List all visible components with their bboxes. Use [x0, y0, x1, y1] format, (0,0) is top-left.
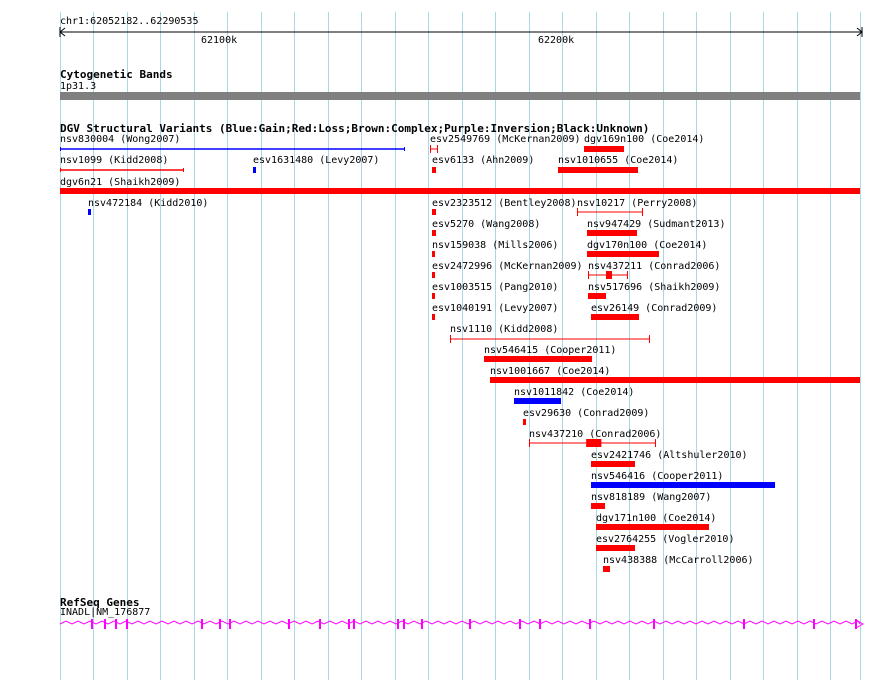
dgv-feature-bar[interactable] [591, 459, 635, 469]
dgv-feature-label[interactable]: esv1631480 (Levy2007) [253, 155, 379, 166]
exon-block [348, 619, 350, 629]
exon-block [397, 619, 399, 629]
dgv-feature-bar[interactable] [588, 291, 606, 301]
exon-block [421, 619, 423, 629]
dgv-feature-bar[interactable] [577, 207, 643, 217]
dgv-feature-bar[interactable] [603, 564, 610, 574]
exon-block [201, 619, 203, 629]
dgv-feature-bar[interactable] [432, 249, 435, 259]
dgv-feature-bar[interactable] [253, 165, 256, 175]
dgv-feature-bar[interactable] [450, 334, 650, 344]
ruler-tick-label: 62200k [538, 35, 575, 46]
dgv-feature-label[interactable]: nsv438388 (McCarroll2006) [603, 555, 754, 566]
dgv-feature-bar[interactable] [558, 165, 638, 175]
exon-block [353, 619, 355, 629]
exon-block [743, 619, 745, 629]
dgv-feature-bar[interactable] [596, 543, 635, 553]
dgv-feature-label[interactable]: nsv1099 (Kidd2008) [60, 155, 168, 166]
dgv-feature-bar[interactable] [523, 417, 526, 427]
dgv-feature-bar[interactable] [591, 501, 605, 511]
exon-block [91, 619, 93, 629]
dgv-feature-bar[interactable] [596, 522, 709, 532]
dgv-feature-label[interactable]: nsv517696 (Shaikh2009) [588, 282, 720, 293]
dgv-feature-bar[interactable] [432, 207, 436, 217]
dgv-feature-bar[interactable] [88, 207, 91, 217]
dgv-feature-label[interactable]: esv2549769 (McKernan2009) [430, 134, 581, 145]
dgv-feature-bar[interactable] [60, 146, 405, 152]
dgv-feature-bar[interactable] [432, 165, 436, 175]
dgv-feature-label[interactable]: nsv830004 (Wong2007) [60, 134, 180, 145]
exon-block [539, 619, 541, 629]
genome-browser-view: chr1:62052182..62290535 62100k 62200k Cy… [0, 0, 890, 680]
exon-block [653, 619, 655, 629]
dgv-feature-label[interactable]: esv2472996 (McKernan2009) [432, 261, 583, 272]
dgv-feature-bar[interactable] [60, 186, 860, 196]
exon-block [589, 619, 591, 629]
cytoband-bar[interactable] [60, 92, 860, 100]
exon-block [219, 619, 221, 629]
exon-block [519, 619, 521, 629]
dgv-feature-label[interactable]: esv1003515 (Pang2010) [432, 282, 558, 293]
cytogenetic-track-title: Cytogenetic Bands [60, 68, 173, 81]
dgv-feature-bar[interactable] [591, 480, 775, 490]
dgv-feature-bar[interactable] [432, 228, 436, 238]
exon-block [469, 619, 471, 629]
dgv-feature-bar[interactable] [430, 144, 438, 154]
dgv-feature-label[interactable]: esv29630 (Conrad2009) [523, 408, 649, 419]
exon-block [126, 619, 128, 629]
dgv-feature-label[interactable]: esv2323512 (Bentley2008) [432, 198, 577, 209]
dgv-feature-bar[interactable] [587, 228, 637, 238]
dgv-feature-bar[interactable] [432, 270, 435, 280]
dgv-feature-bar[interactable] [591, 312, 639, 322]
ruler-axis [59, 27, 863, 37]
dgv-feature-bar[interactable] [432, 312, 435, 322]
exon-block [229, 619, 231, 629]
exon-block [288, 619, 290, 629]
exon-block [104, 619, 106, 629]
dgv-feature-label[interactable]: nsv472184 (Kidd2010) [88, 198, 208, 209]
dgv-feature-label[interactable]: esv1040191 (Levy2007) [432, 303, 558, 314]
dgv-feature-label[interactable]: nsv818189 (Wang2007) [591, 492, 711, 503]
gene-model[interactable] [58, 616, 868, 632]
dgv-feature-bar[interactable] [484, 354, 592, 364]
ruler-tick-label: 62100k [201, 35, 238, 46]
dgv-feature-bar[interactable] [432, 291, 435, 301]
dgv-feature-bar[interactable] [588, 270, 628, 280]
exon-block [813, 619, 815, 629]
exon-block [115, 619, 117, 629]
dgv-feature-bar[interactable] [584, 144, 624, 154]
dgv-feature-label[interactable]: nsv159038 (Mills2006) [432, 240, 558, 251]
dgv-feature-bar[interactable] [587, 249, 659, 259]
exon-block [319, 619, 321, 629]
dgv-feature-bar[interactable] [514, 396, 561, 406]
dgv-feature-label[interactable]: esv5270 (Wang2008) [432, 219, 540, 230]
exon-block [403, 619, 405, 629]
ruler-location-label: chr1:62052182..62290535 [60, 16, 199, 27]
cytoband-label: 1p31.3 [60, 81, 97, 92]
dgv-feature-bar[interactable] [490, 375, 860, 385]
dgv-feature-bar[interactable] [60, 167, 184, 173]
dgv-feature-label[interactable]: esv6133 (Ahn2009) [432, 155, 534, 166]
grid-lines [60, 12, 861, 680]
dgv-feature-bar[interactable] [529, 438, 656, 448]
